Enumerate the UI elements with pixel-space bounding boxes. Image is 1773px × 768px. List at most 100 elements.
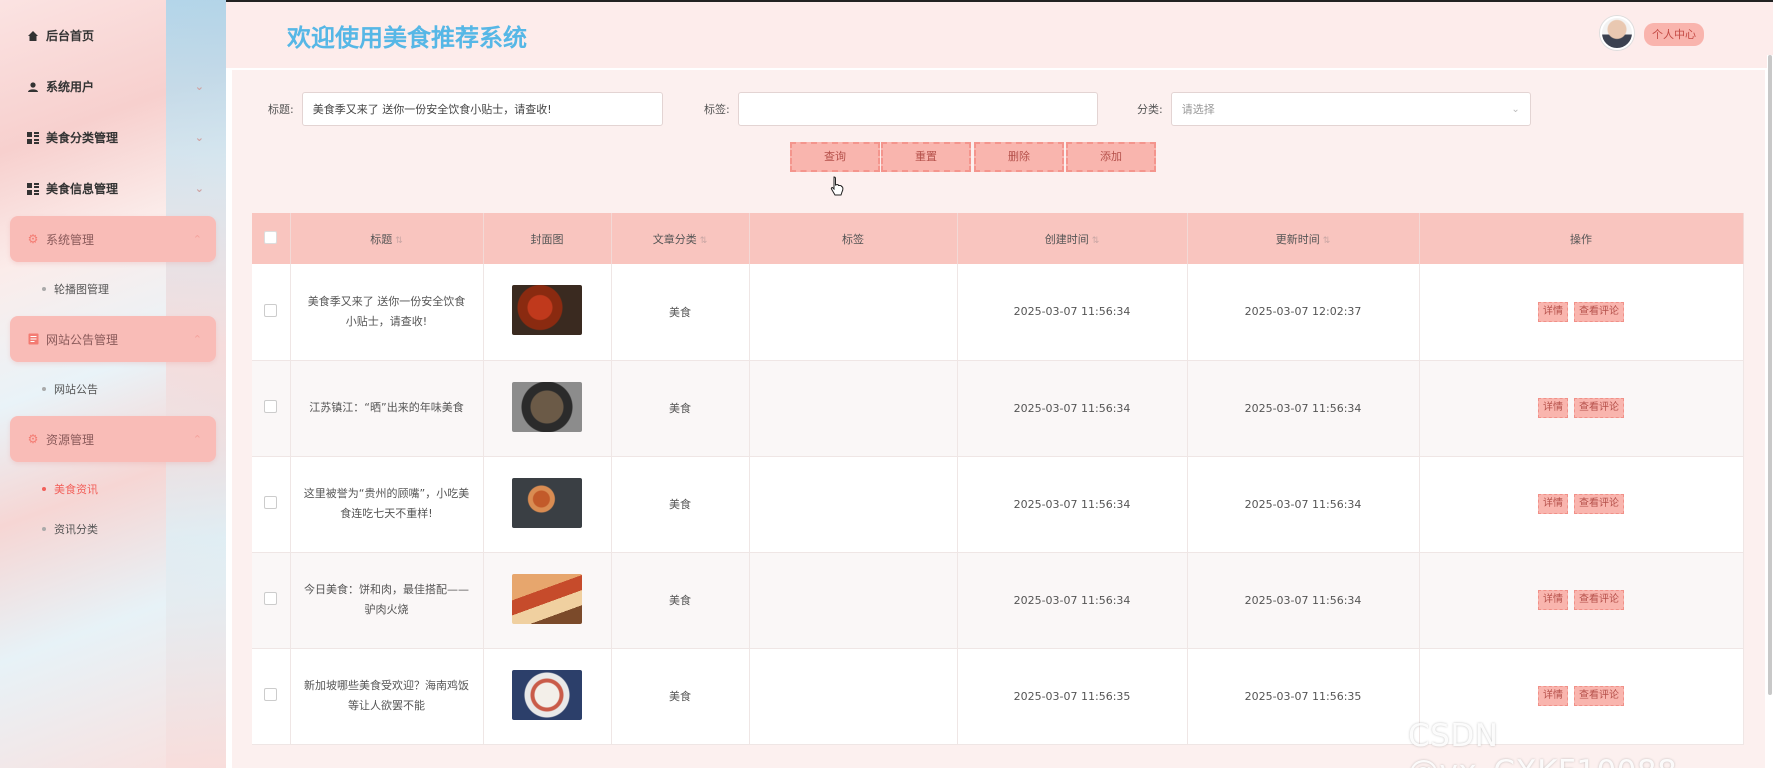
table-header-row: 标题 ⇅ 封面图 文章分类 ⇅ 标签 创建时间 ⇅ 更新时间 ⇅ 操作: [252, 213, 1744, 264]
detail-button[interactable]: 详情: [1538, 301, 1568, 322]
sidebar-item-resource-management[interactable]: ⚙ 资源管理 ⌃: [10, 416, 216, 462]
sidebar-item-label: 系统管理: [46, 232, 95, 247]
row-tag: [749, 648, 958, 745]
sidebar-subitem-food-news[interactable]: 美食资讯: [0, 464, 226, 514]
detail-button[interactable]: 详情: [1538, 590, 1568, 610]
action-buttons: 查询 重置 删除 添加: [232, 142, 1765, 172]
title-field: 标题: 美食季又来了 送你一份安全饮食小贴士，请查收!: [268, 92, 663, 126]
row-updated: 2025-03-07 11:56:34: [1187, 552, 1420, 649]
reset-button[interactable]: 重置: [881, 142, 971, 172]
scrollbar-thumb[interactable]: [1768, 55, 1772, 695]
title-label: 标题:: [268, 103, 294, 116]
sort-icon[interactable]: ⇅: [700, 236, 708, 246]
sidebar-subitem-label: 资讯分类: [54, 523, 98, 536]
detail-button[interactable]: 详情: [1538, 398, 1568, 418]
personal-center-button[interactable]: 个人中心: [1644, 23, 1704, 46]
row-checkbox[interactable]: [264, 688, 278, 701]
row-updated: 2025-03-07 11:56:34: [1187, 360, 1420, 457]
vertical-scrollbar[interactable]: [1767, 55, 1773, 768]
row-title: 今日美食：饼和肉，最佳搭配——驴肉火烧: [290, 552, 484, 649]
detail-button[interactable]: 详情: [1538, 686, 1568, 706]
title-input[interactable]: 美食季又来了 送你一份安全饮食小贴士，请查收!: [301, 92, 663, 126]
column-header-tag: 标签: [749, 213, 958, 264]
bullet-icon: [42, 287, 46, 291]
watermark-text: CSDN @vx_CXKF10088: [1408, 718, 1677, 768]
delete-button[interactable]: 删除: [974, 142, 1064, 172]
view-comments-button[interactable]: 查看评论: [1574, 494, 1624, 514]
sort-icon[interactable]: ⇅: [395, 236, 403, 246]
row-category: 美食: [611, 264, 750, 361]
detail-button[interactable]: 详情: [1538, 494, 1568, 514]
row-checkbox[interactable]: [264, 496, 278, 509]
row-updated: 2025-03-07 12:02:37: [1187, 264, 1420, 361]
sidebar-item-notice-management[interactable]: 网站公告管理 ⌃: [10, 316, 216, 362]
view-comments-button[interactable]: 查看评论: [1574, 686, 1624, 706]
grid-icon: [26, 131, 40, 145]
sidebar-item-home[interactable]: 后台首页: [0, 10, 226, 61]
row-category: 美食: [611, 648, 750, 745]
sort-icon[interactable]: ⇅: [1092, 236, 1100, 246]
home-icon: [26, 29, 40, 43]
sidebar-item-food-category[interactable]: 美食分类管理 ⌄: [0, 112, 226, 163]
sidebar-subitem-carousel[interactable]: 轮播图管理: [0, 264, 226, 314]
sidebar-subitem-news-category[interactable]: 资讯分类: [0, 514, 226, 544]
chevron-up-icon: ⌃: [192, 232, 202, 246]
tag-field: 标签:: [704, 92, 1098, 126]
row-checkbox[interactable]: [264, 592, 278, 605]
sidebar-item-system-users[interactable]: 系统用户 ⌄: [0, 61, 226, 112]
row-category: 美食: [611, 456, 750, 553]
row-title: 新加坡哪些美食受欢迎？海南鸡饭等让人欲罢不能: [290, 648, 484, 745]
sidebar-subitem-notice[interactable]: 网站公告: [0, 364, 226, 414]
cover-image: [512, 573, 582, 624]
column-header-updated[interactable]: 更新时间 ⇅: [1187, 213, 1420, 264]
view-comments-button[interactable]: 查看评论: [1574, 590, 1624, 610]
cover-image: [512, 669, 582, 720]
select-all-cell[interactable]: [252, 213, 291, 264]
query-button[interactable]: 查询: [790, 142, 880, 172]
column-header-category[interactable]: 文章分类 ⇅: [611, 213, 750, 264]
user-icon: [26, 80, 40, 94]
row-tag: [749, 456, 958, 553]
sidebar-item-label: 资源管理: [46, 432, 95, 447]
mouse-cursor-icon: [830, 176, 844, 196]
row-created: 2025-03-07 11:56:34: [957, 552, 1188, 649]
chevron-down-icon: ⌄: [1511, 103, 1520, 115]
sort-icon[interactable]: ⇅: [1323, 236, 1331, 246]
column-header-created[interactable]: 创建时间 ⇅: [957, 213, 1188, 264]
category-field: 分类: 请选择 ⌄: [1137, 92, 1531, 126]
add-button[interactable]: 添加: [1066, 142, 1156, 172]
row-created: 2025-03-07 11:56:34: [957, 264, 1188, 361]
table-row[interactable]: 今日美食：饼和肉，最佳搭配——驴肉火烧 美食 2025-03-07 11:56:…: [252, 552, 1744, 649]
sidebar-item-system-management[interactable]: ⚙ 系统管理 ⌃: [10, 216, 216, 262]
select-all-checkbox[interactable]: [264, 230, 278, 244]
avatar[interactable]: [1600, 16, 1634, 50]
cover-image: [512, 477, 582, 528]
tag-label: 标签:: [704, 103, 730, 116]
row-checkbox[interactable]: [264, 400, 278, 413]
column-header-cover: 封面图: [483, 213, 612, 264]
category-select-placeholder: 请选择: [1181, 103, 1215, 116]
sidebar-item-food-info[interactable]: 美食信息管理 ⌄: [0, 163, 226, 214]
table-row[interactable]: 美食季又来了 送你一份安全饮食小贴士，请查收! 美食 2025-03-07 11…: [252, 264, 1744, 361]
tag-input[interactable]: [737, 92, 1098, 126]
category-select[interactable]: 请选择 ⌄: [1170, 92, 1531, 126]
sidebar-subitem-label: 网站公告: [54, 383, 98, 396]
row-updated: 2025-03-07 11:56:34: [1187, 456, 1420, 553]
row-created: 2025-03-07 11:56:34: [957, 360, 1188, 457]
gear-icon: ⚙: [27, 432, 39, 446]
bullet-icon: [42, 387, 46, 391]
chevron-up-icon: ⌃: [192, 332, 202, 346]
sidebar-item-label: 后台首页: [46, 29, 95, 43]
sidebar-subitem-label: 轮播图管理: [54, 283, 109, 296]
column-header-title[interactable]: 标题 ⇅: [290, 213, 484, 264]
chevron-down-icon: ⌄: [194, 182, 204, 195]
table-row[interactable]: 江苏镇江：“晒”出来的年味美食 美食 2025-03-07 11:56:34 2…: [252, 360, 1744, 457]
data-table: 标题 ⇅ 封面图 文章分类 ⇅ 标签 创建时间 ⇅ 更新时间 ⇅ 操作 美食季又来了 送…: [252, 213, 1744, 745]
table-row[interactable]: 这里被誉为“贵州的顾嘴”，小吃美食连吃七天不重样! 美食 2025-03-07 …: [252, 456, 1744, 553]
row-tag: [749, 264, 958, 361]
row-checkbox[interactable]: [264, 303, 278, 317]
view-comments-button[interactable]: 查看评论: [1574, 301, 1624, 322]
sidebar-subitem-label: 美食资讯: [54, 483, 98, 496]
row-tag: [749, 360, 958, 457]
view-comments-button[interactable]: 查看评论: [1574, 398, 1624, 418]
